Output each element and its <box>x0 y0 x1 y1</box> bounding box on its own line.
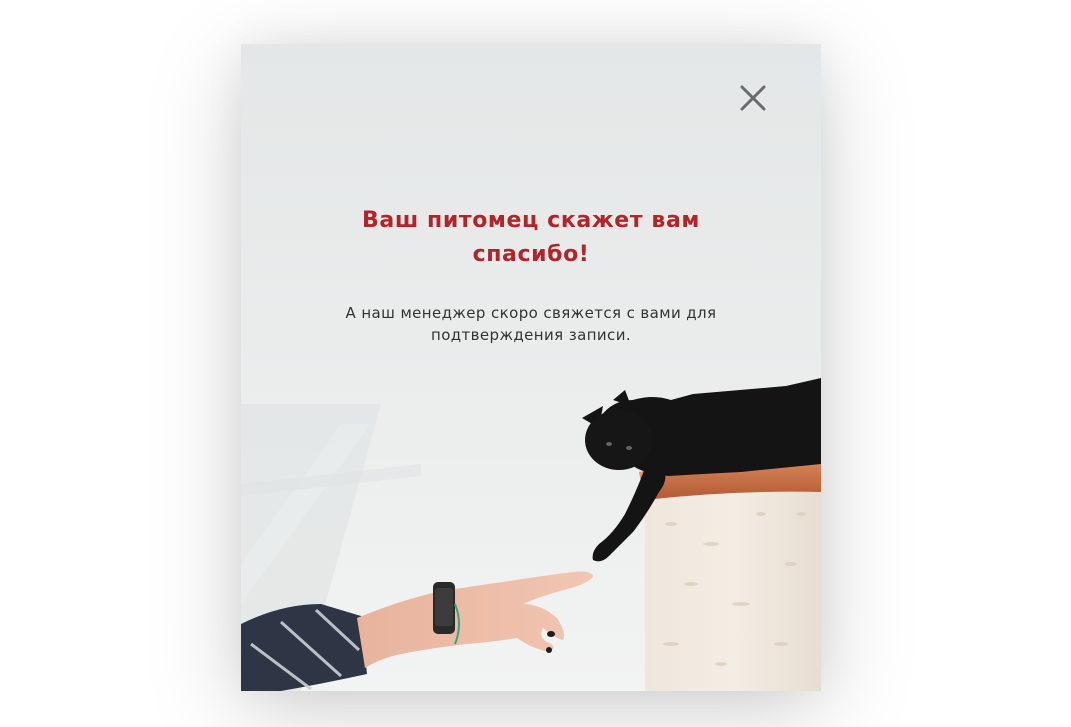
modal-message: А наш менеджер скоро свяжется с вами для… <box>345 304 717 344</box>
close-button[interactable] <box>737 82 769 114</box>
success-modal: Ваш питомец скажет вам спасибо! А наш ме… <box>241 44 821 691</box>
kitten-photo <box>241 44 821 691</box>
modal-title: Ваш питомец скажет вам спасибо! <box>362 208 700 267</box>
close-icon <box>740 85 766 111</box>
